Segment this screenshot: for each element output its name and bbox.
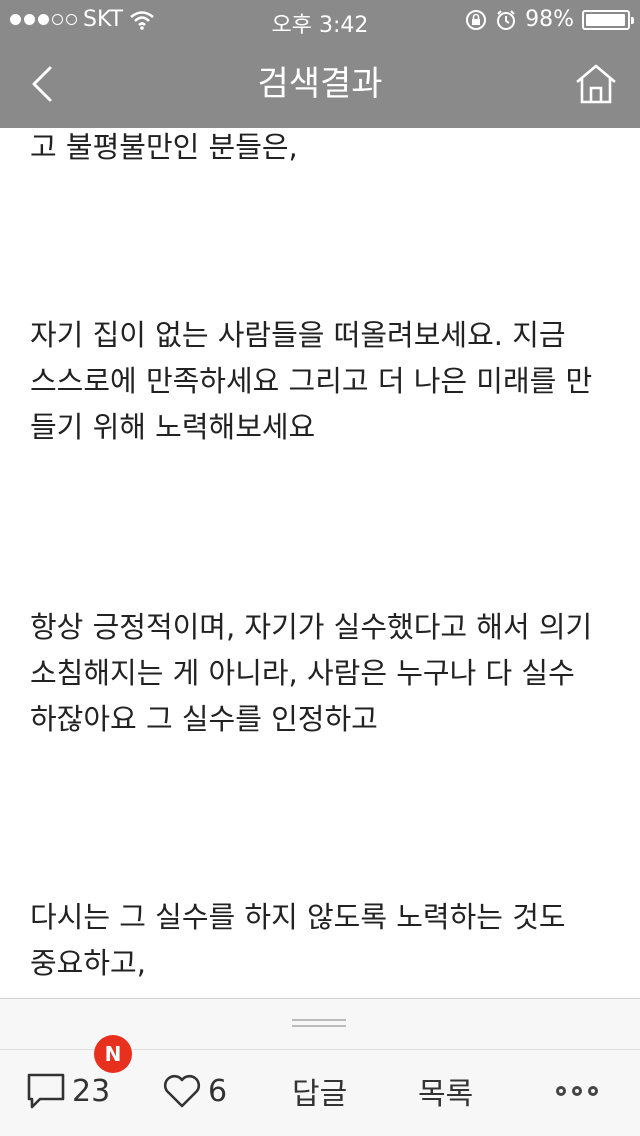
nav-bar: 검색결과 [0,40,640,128]
more-icon [556,1086,598,1096]
article-paragraph: 자기 집이 없는 사람들을 떠올려보세요. 지금 스스로에 만족하세요 그리고 … [30,318,593,444]
new-badge: N [94,1035,132,1073]
reply-button[interactable]: 답글 [292,1069,347,1113]
comment-count: 23 [72,1073,111,1109]
like-count: 6 [208,1073,228,1109]
battery-percent: 98% [525,7,574,32]
article-content[interactable]: 고 불평불만인 분들은, 자기 집이 없는 사람들을 떠올려보세요. 지금 스스… [0,128,640,998]
article-paragraph: 다시는 그 실수를 하지 않도록 노력하는 것도 중요하고, [30,900,566,980]
home-icon [576,64,616,104]
heart-icon [163,1074,201,1108]
rotation-lock-icon [466,9,487,30]
bottom-toolbar: N 23 6 답글 목록 [0,998,640,1136]
alarm-icon [497,9,516,30]
comment-icon [27,1073,65,1109]
home-button[interactable] [572,60,620,108]
like-button[interactable]: 6 [162,1069,227,1113]
article-paragraph: 고 불평불만인 분들은, [30,130,298,164]
status-bar: SKT 오후 3:42 98% [0,0,640,40]
status-right: 98% [465,7,634,32]
drag-handle[interactable] [292,1019,346,1029]
battery-icon [582,9,634,30]
comment-button[interactable]: 23 [26,1069,110,1113]
article-paragraph: 항상 긍정적이며, 자기가 실수했다고 해서 의기소침해지는 게 아니라, 사람… [30,610,593,736]
more-button[interactable] [556,1069,598,1113]
list-button[interactable]: 목록 [418,1069,473,1113]
page-title: 검색결과 [257,64,383,104]
